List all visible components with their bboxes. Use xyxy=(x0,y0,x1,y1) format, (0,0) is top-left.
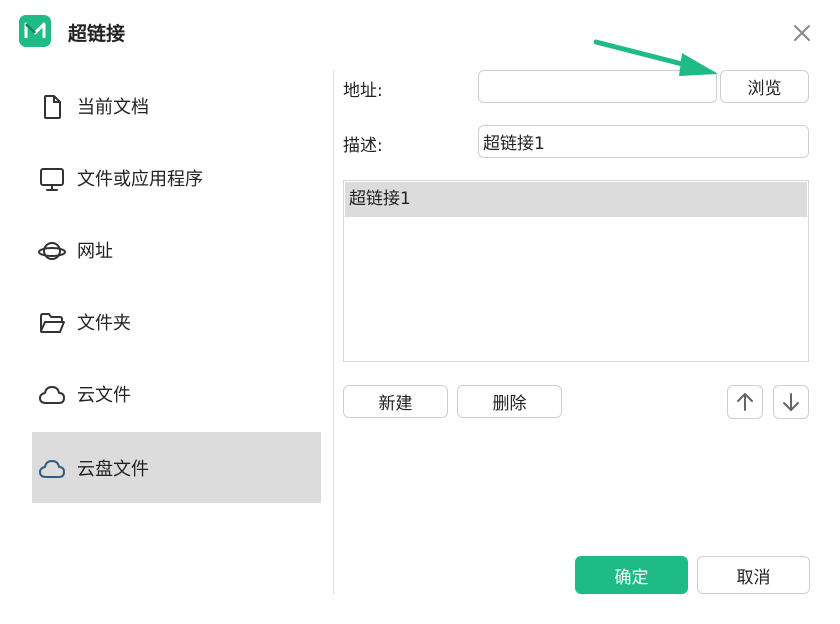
sidebar-item-cloud-file[interactable]: 云文件 xyxy=(32,358,321,429)
sidebar-item-url[interactable]: 网址 xyxy=(32,214,321,285)
folder-icon xyxy=(40,313,65,333)
sidebar-item-label: 文件夹 xyxy=(77,312,131,334)
list-item[interactable]: 超链接1 xyxy=(345,182,807,217)
sidebar-item-current-document[interactable]: 当前文档 xyxy=(32,70,321,141)
delete-button[interactable]: 删除 xyxy=(457,385,562,418)
move-up-button[interactable] xyxy=(727,385,763,419)
dialog-title: 超链接 xyxy=(68,23,126,45)
sidebar-item-label: 云文件 xyxy=(77,384,131,406)
sidebar-item-file-or-app[interactable]: 文件或应用程序 xyxy=(32,142,321,213)
sidebar-item-label: 云盘文件 xyxy=(77,458,149,480)
arrow-up-icon xyxy=(737,393,753,411)
sidebar-item-label: 当前文档 xyxy=(77,96,149,118)
sidebar-item-label: 网址 xyxy=(77,240,113,262)
panel-divider xyxy=(333,70,334,595)
sidebar-item-folder[interactable]: 文件夹 xyxy=(32,286,321,357)
ok-button[interactable]: 确定 xyxy=(575,556,688,594)
arrow-down-icon xyxy=(783,393,799,411)
cancel-button[interactable]: 取消 xyxy=(697,556,810,594)
address-input[interactable] xyxy=(478,70,717,103)
title-bar: 超链接 xyxy=(0,0,840,66)
link-type-sidebar: 当前文档 文件或应用程序 网址 文件夹 云文件 云盘文件 xyxy=(32,70,321,530)
move-down-button[interactable] xyxy=(773,385,809,419)
browse-button[interactable]: 浏览 xyxy=(720,70,809,103)
description-label: 描述: xyxy=(343,136,383,156)
description-input[interactable] xyxy=(478,125,809,158)
cloud-drive-icon xyxy=(39,460,65,478)
app-logo-icon xyxy=(19,15,51,47)
monitor-icon xyxy=(40,168,64,191)
address-label: 地址: xyxy=(343,81,383,101)
planet-icon xyxy=(38,242,66,260)
hyperlink-list: 超链接1 xyxy=(343,180,809,362)
sidebar-item-label: 文件或应用程序 xyxy=(77,168,203,190)
document-icon xyxy=(44,95,61,119)
cloud-icon xyxy=(39,386,65,404)
close-icon[interactable] xyxy=(791,22,813,44)
new-button[interactable]: 新建 xyxy=(343,385,448,418)
hyperlink-dialog: 超链接 当前文档 文件或应用程序 网址 文件夹 云文件 云盘文件 地址: 浏览 … xyxy=(0,0,840,624)
sidebar-item-cloud-drive-file[interactable]: 云盘文件 xyxy=(32,432,321,503)
